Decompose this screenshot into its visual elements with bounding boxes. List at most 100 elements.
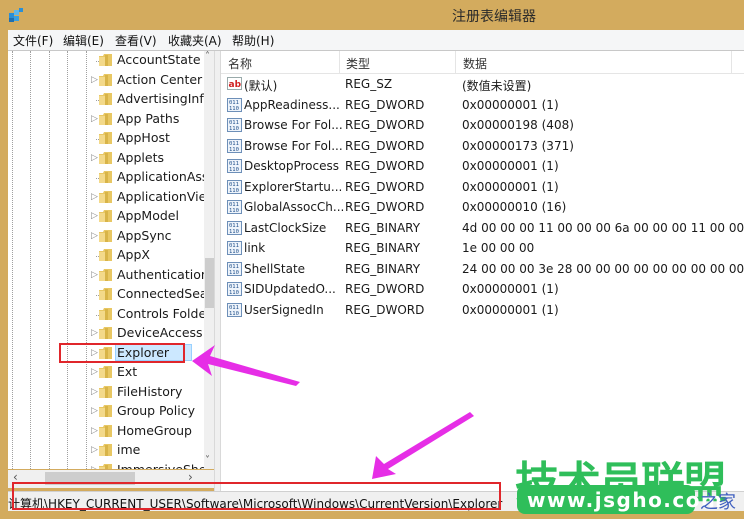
- folder-icon: [99, 190, 112, 203]
- binary-value-icon: 011110: [227, 179, 242, 194]
- expand-arrow-icon[interactable]: ▷: [91, 270, 98, 280]
- tree-item-label: AdvertisingInfo: [117, 91, 212, 106]
- pane-splitter[interactable]: [214, 51, 221, 491]
- value-type: REG_DWORD: [345, 159, 425, 173]
- tree-item[interactable]: ▷ Authentication: [8, 266, 209, 286]
- expand-arrow-icon[interactable]: ▷: [91, 465, 98, 470]
- title-bar: 注册表编辑器: [0, 0, 744, 30]
- tree-item[interactable]: AppX: [8, 246, 204, 266]
- value-row[interactable]: 011 110 LastClockSize REG_BINARY 4d 00 00 00…: [221, 218, 744, 239]
- scroll-up-icon[interactable]: ˄: [205, 51, 210, 62]
- tree-item[interactable]: ▷ AppModel: [8, 207, 204, 227]
- tree-item[interactable]: ▷ DeviceAccess: [8, 324, 204, 344]
- value-row[interactable]: 011 110 Browse For Fol... REG_DWORD 0x000001…: [221, 136, 744, 157]
- value-data: 0x00000173 (371): [462, 138, 574, 153]
- value-row[interactable]: 011 110 ShellState REG_BINARY 24 00 00 00 3e…: [221, 259, 744, 280]
- tree-item-label: Controls Folde: [117, 305, 207, 321]
- value-data: 4d 00 00 00 11 00 00 00 6a 00 00 00 11 0…: [462, 220, 744, 235]
- watermark-sub: 之家: [700, 492, 736, 513]
- value-name: LastClockSize: [244, 220, 327, 235]
- tree-item[interactable]: Controls Folde: [8, 305, 207, 325]
- values-list[interactable]: 名称 类型 数据 ab (默认) REG_SZ (数值未设置) 011 110 AppRea…: [221, 51, 744, 491]
- tree-item[interactable]: ▷ HomeGroup: [8, 422, 204, 442]
- expand-arrow-icon[interactable]: ▷: [91, 426, 98, 436]
- tree-item[interactable]: ▷ ime: [8, 441, 204, 461]
- expand-arrow-icon[interactable]: ▷: [91, 387, 98, 397]
- value-row[interactable]: 011 110 link REG_BINARY 1e 00 00 00: [221, 238, 744, 259]
- expand-arrow-icon[interactable]: ▷: [91, 75, 98, 85]
- binary-value-icon: 011110: [227, 220, 242, 235]
- expand-arrow-icon[interactable]: ▷: [91, 192, 98, 202]
- folder-icon: [99, 463, 112, 469]
- expand-arrow-icon[interactable]: ▷: [91, 153, 98, 163]
- tree-item-label: AppModel: [117, 208, 179, 223]
- folder-icon: [99, 229, 112, 242]
- value-row[interactable]: 011 110 UserSignedIn REG_DWORD 0x00000001 (1…: [221, 300, 744, 321]
- folder-icon: [99, 327, 112, 339]
- value-data: 0x00000001 (1): [462, 179, 559, 194]
- menu-edit[interactable]: 编辑(E): [63, 32, 104, 49]
- value-name: Browse For Fol...: [244, 138, 343, 153]
- value-data: 0x00000198 (408): [462, 118, 574, 132]
- tree-item[interactable]: AdvertisingInfo: [8, 90, 211, 110]
- folder-icon: [99, 385, 112, 398]
- expand-arrow-icon[interactable]: ▷: [91, 211, 98, 221]
- tree-item[interactable]: AppHost: [8, 129, 204, 149]
- value-name: DesktopProcess: [244, 159, 340, 173]
- tree-item[interactable]: ▷ Action Center: [8, 71, 204, 91]
- tree-item-label: ApplicationVie: [117, 188, 207, 204]
- value-row[interactable]: 011 110 SIDUpdatedO... REG_DWORD 0x00000001 …: [221, 279, 744, 300]
- scrollbar-thumb[interactable]: [205, 258, 214, 308]
- menu-favorites[interactable]: 收藏夹(A): [168, 32, 222, 49]
- column-separator[interactable]: [731, 51, 732, 73]
- column-separator[interactable]: [339, 51, 340, 73]
- tree-item-label: App Paths: [117, 110, 180, 126]
- tree-item[interactable]: ▷ FileHistory: [8, 383, 204, 403]
- value-row[interactable]: 011 110 Browse For Fol... REG_DWORD 0x000001…: [221, 115, 744, 136]
- tree-item-label: Applets: [117, 149, 164, 165]
- svg-text:110: 110: [229, 249, 239, 255]
- column-header-type[interactable]: 类型: [346, 55, 370, 72]
- menu-help[interactable]: 帮助(H): [232, 32, 274, 49]
- expand-arrow-icon[interactable]: ▷: [91, 328, 98, 338]
- watermark-url: www.jsgho.com: [527, 488, 724, 512]
- tree-item[interactable]: AccountState: [8, 51, 204, 71]
- tree-item[interactable]: ▷ AppSync: [8, 227, 204, 247]
- expand-arrow-icon[interactable]: ▷: [91, 445, 98, 455]
- value-data: 0x00000001 (1): [462, 282, 559, 296]
- expand-arrow-icon[interactable]: ▷: [91, 231, 98, 241]
- menu-file[interactable]: 文件(F): [13, 32, 53, 49]
- scroll-down-icon[interactable]: ˅: [205, 455, 210, 466]
- tree-item[interactable]: ▷ Group Policy: [8, 402, 204, 422]
- tree-item[interactable]: ▷ ImmersiveShel: [8, 461, 210, 470]
- tree-item[interactable]: ApplicationAss: [8, 168, 208, 188]
- value-row[interactable]: 011 110 DesktopProcess REG_DWORD 0x00000001 …: [221, 156, 744, 177]
- key-tree[interactable]: AccountState ▷ Action Center AdvertisingInf…: [8, 51, 214, 469]
- column-header-data[interactable]: 数据: [463, 55, 487, 72]
- tree-item[interactable]: ▷ App Paths: [8, 110, 204, 130]
- tree-item[interactable]: ▷ ApplicationVie: [8, 188, 207, 208]
- column-header-name[interactable]: 名称: [228, 55, 252, 72]
- binary-value-icon: 011110: [227, 138, 242, 153]
- expand-arrow-icon[interactable]: ▷: [91, 367, 98, 377]
- expand-arrow-icon[interactable]: ▷: [91, 406, 98, 416]
- value-row[interactable]: 011 110 ExplorerStartu... REG_DWORD 0x000000…: [221, 177, 744, 198]
- value-row[interactable]: ab (默认) REG_SZ (数值未设置): [221, 74, 744, 95]
- regedit-icon: [9, 8, 23, 22]
- column-separator[interactable]: [455, 51, 456, 73]
- value-name: link: [244, 241, 266, 255]
- svg-text:110: 110: [229, 147, 239, 153]
- tree-item-label: Authentication: [117, 266, 209, 282]
- value-row[interactable]: 011 110 AppReadiness... REG_DWORD 0x00000001…: [221, 95, 744, 116]
- folder-icon: [99, 444, 112, 456]
- tree-item[interactable]: ▷ Ext: [8, 363, 204, 383]
- value-type: REG_DWORD: [345, 97, 425, 112]
- tree-vertical-scrollbar[interactable]: ˄ ˅: [204, 51, 214, 469]
- binary-value-icon: 011110: [227, 97, 242, 112]
- expand-arrow-icon[interactable]: ▷: [91, 114, 98, 124]
- tree-item[interactable]: ConnectedSea: [8, 285, 208, 305]
- value-name: SIDUpdatedO...: [244, 282, 336, 296]
- value-row[interactable]: 011 110 GlobalAssocCh... REG_DWORD 0x0000001…: [221, 197, 744, 218]
- menu-view[interactable]: 查看(V): [115, 32, 157, 49]
- tree-item[interactable]: ▷ Applets: [8, 149, 204, 169]
